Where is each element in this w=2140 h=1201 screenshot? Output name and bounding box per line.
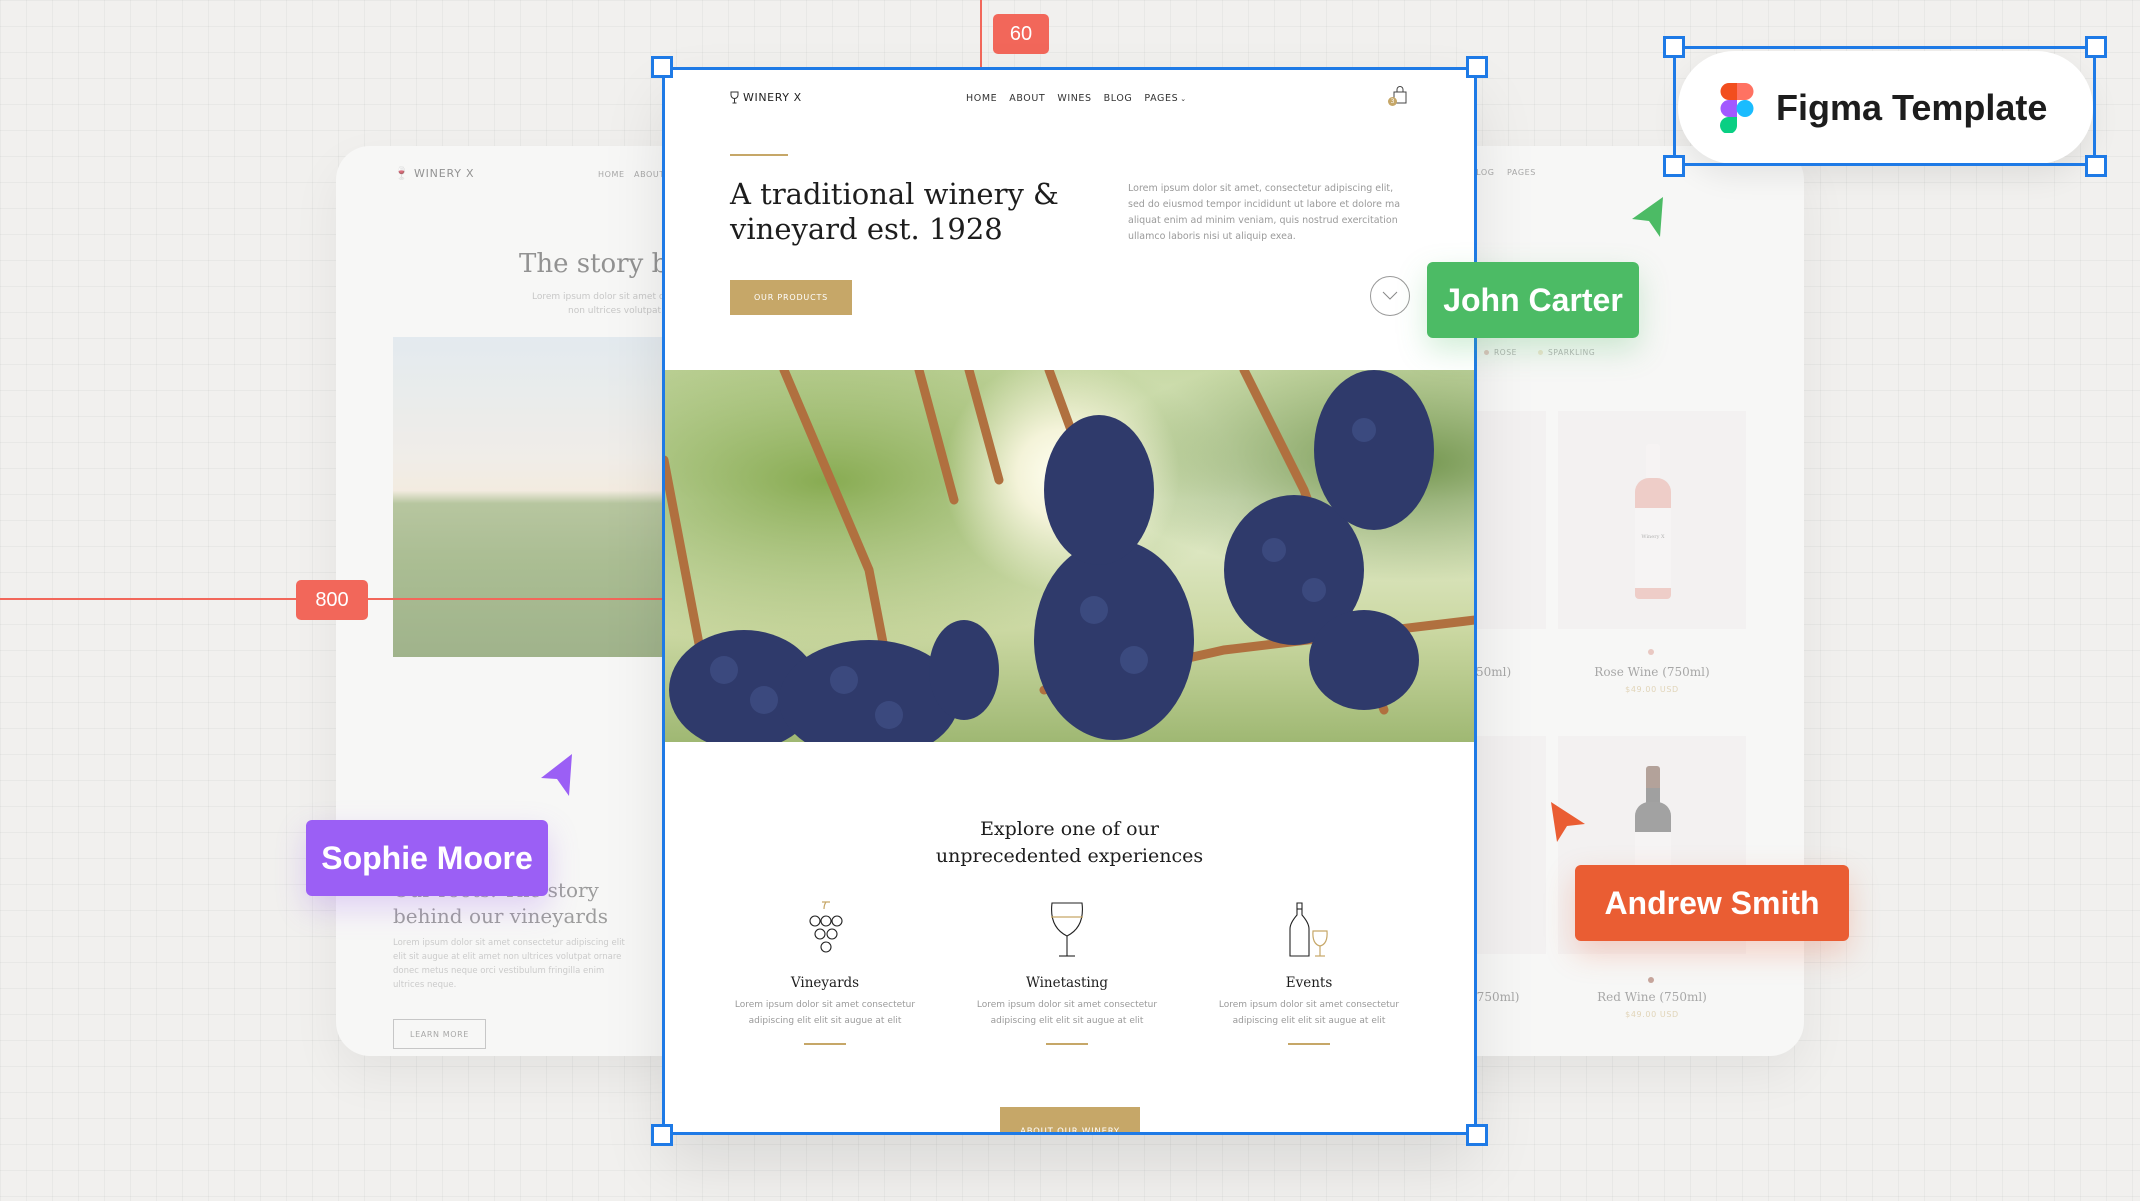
figma-template-pill: Figma Template: [1678, 51, 2093, 164]
sparkling-dot: [1538, 350, 1543, 355]
figma-logo-icon: [1720, 82, 1754, 133]
wine-glass-logo-icon: 🍷: [394, 166, 409, 180]
product-price-red: $49.00 USD: [1625, 1010, 1679, 1019]
resize-handle-top-left[interactable]: [651, 56, 673, 78]
product-partial-name-2: (750ml): [1472, 990, 1520, 1004]
experience-title: Vineyards: [790, 975, 860, 991]
experience-title: Events: [1285, 975, 1333, 991]
left-nav-about: ABOUT: [634, 170, 665, 179]
product-price-rose: $49.00 USD: [1625, 685, 1679, 694]
nav-blog[interactable]: BLOG: [1104, 93, 1133, 104]
experiences-title: Explore one of our unprecedented experie…: [935, 818, 1204, 867]
grapes-icon: [809, 901, 843, 953]
main-nav: HOME ABOUT WINES BLOG PAGES ⌄: [966, 93, 1186, 104]
resize-handle-bottom-left[interactable]: [651, 1124, 673, 1146]
collaborator-label-john-carter: John Carter: [1427, 262, 1639, 338]
experience-divider: [1046, 1043, 1088, 1045]
chevron-down-icon: ⌄: [1180, 94, 1187, 103]
rose-color-dot: [1648, 649, 1654, 655]
grapes-illustration: [664, 370, 1475, 742]
experience-winetasting[interactable]: Winetasting Lorem ipsum dolor sit amet c…: [967, 901, 1167, 1045]
left-subtitle-1: Lorem ipsum dolor sit amet conse: [532, 292, 686, 302]
experience-vineyards[interactable]: Vineyards Lorem ipsum dolor sit amet con…: [725, 901, 925, 1045]
label-handle-bottom-left[interactable]: [1663, 155, 1685, 177]
main-logo[interactable]: WINERY X: [730, 91, 802, 104]
nav-pages[interactable]: PAGES ⌄: [1144, 93, 1186, 104]
cart-count-badge: 3: [1388, 97, 1397, 106]
label-handle-top-right[interactable]: [2085, 36, 2107, 58]
cart-button[interactable]: 3: [1387, 86, 1409, 106]
grapes-hero-image: [664, 370, 1475, 742]
scroll-down-button[interactable]: [1370, 276, 1410, 316]
resize-handle-bottom-right[interactable]: [1466, 1124, 1488, 1146]
vertical-measure-line: [980, 0, 982, 68]
product-card-rose: Winery X: [1558, 411, 1746, 629]
product-name-red: Red Wine (750ml): [1597, 990, 1707, 1004]
experience-divider: [804, 1043, 846, 1045]
left-page-preview: 🍷 WINERY X HOME ABOUT The story be Lorem…: [336, 146, 696, 1056]
our-products-button[interactable]: OUR PRODUCTS: [730, 280, 852, 315]
about-our-winery-button[interactable]: ABOUT OUR WINERY: [1000, 1107, 1140, 1133]
wine-glass-icon: [1051, 902, 1083, 957]
experience-title: Winetasting: [1025, 975, 1109, 991]
wine-glass-logo-icon: [730, 91, 739, 104]
chevron-down-icon: [1382, 291, 1398, 300]
measure-badge-60: 60: [993, 14, 1049, 54]
nav-home[interactable]: HOME: [966, 93, 997, 104]
wine-bottle-glass-icon: [1289, 902, 1328, 957]
collaborator-label-sophie-moore: Sophie Moore: [306, 820, 548, 896]
cursor-john-carter-icon: [1632, 197, 1663, 237]
vineyard-photo: [393, 337, 683, 657]
product-name-rose: Rose Wine (750ml): [1594, 665, 1710, 679]
left-page-title: The story be: [519, 249, 684, 279]
right-filter-rose: ROSE: [1484, 348, 1517, 357]
left-section-title-2: behind our vineyards: [393, 904, 609, 928]
right-filter-sparkling: SPARKLING: [1538, 348, 1595, 357]
figma-template-label: Figma Template: [1776, 86, 2048, 128]
cursor-andrew-smith-icon: [1551, 802, 1585, 842]
left-logo: 🍷 WINERY X: [394, 166, 475, 180]
product-card-left-partial-1: [1476, 411, 1546, 629]
measure-badge-800: 800: [296, 580, 368, 620]
hero-title: A traditional winery & vineyard est. 192…: [730, 177, 1059, 246]
product-card-left-partial-2: [1476, 736, 1546, 954]
hero-accent-line: [730, 154, 788, 156]
left-section-text: Lorem ipsum dolor sit amet consectetur a…: [393, 938, 625, 990]
resize-handle-top-right[interactable]: [1466, 56, 1488, 78]
label-handle-top-left[interactable]: [1663, 36, 1685, 58]
label-handle-bottom-right[interactable]: [2085, 155, 2107, 177]
hero-description: Lorem ipsum dolor sit amet, consectetur …: [1128, 183, 1401, 242]
experience-events[interactable]: Events Lorem ipsum dolor sit amet consec…: [1209, 901, 1409, 1045]
nav-about[interactable]: ABOUT: [1009, 93, 1045, 104]
product-partial-name-1: 50ml): [1476, 665, 1512, 679]
left-nav-home: HOME: [598, 170, 625, 179]
learn-more-button: LEARN MORE: [393, 1019, 486, 1049]
rose-dot: [1484, 350, 1489, 355]
nav-wines[interactable]: WINES: [1057, 93, 1091, 104]
experience-divider: [1288, 1043, 1330, 1045]
collaborator-label-andrew-smith: Andrew Smith: [1575, 865, 1849, 941]
right-nav-pages: PAGES: [1507, 168, 1536, 177]
cursor-sophie-moore-icon: [541, 754, 572, 796]
rose-wine-bottle: Winery X: [1635, 444, 1671, 599]
red-color-dot: [1648, 977, 1654, 983]
main-page-frame[interactable]: WINERY X HOME ABOUT WINES BLOG PAGES ⌄ 3…: [664, 69, 1475, 1133]
